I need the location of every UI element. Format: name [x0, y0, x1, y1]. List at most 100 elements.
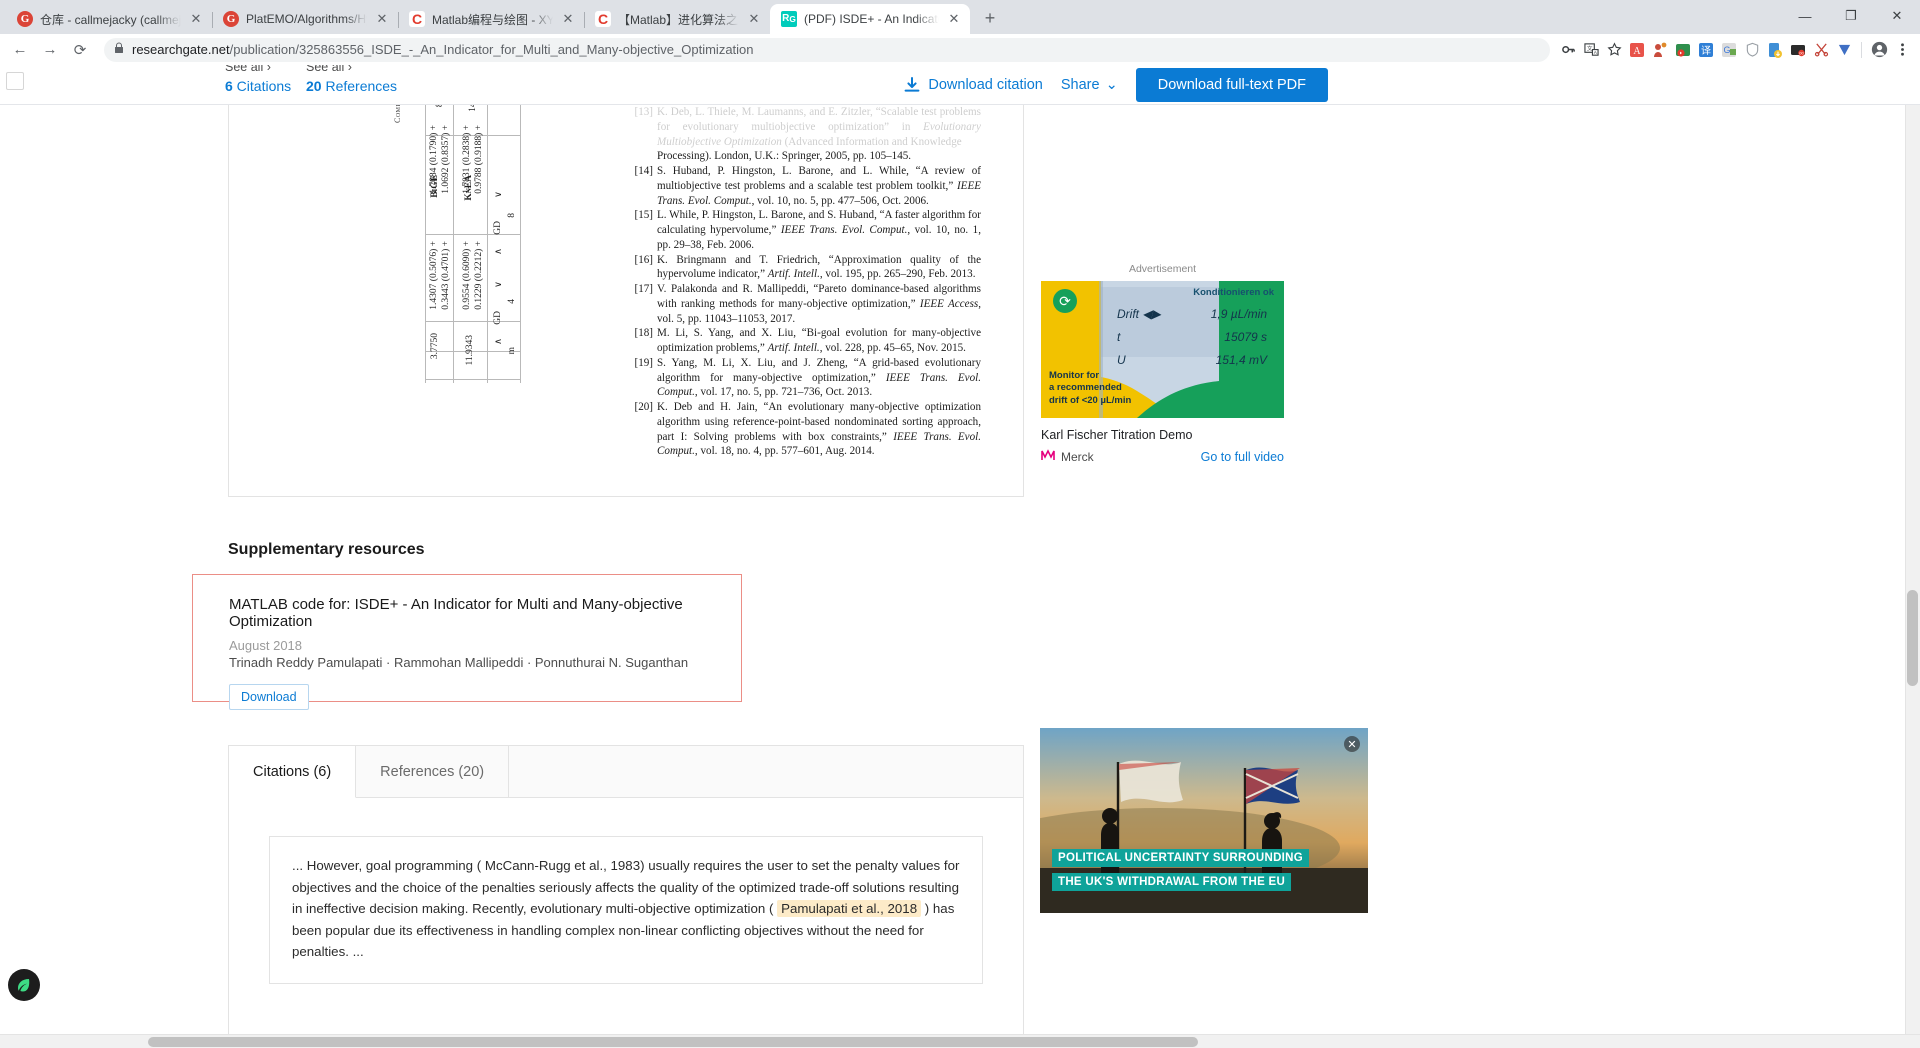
reference-entry: [19] S. Yang, M. Li, X. Liu, and J. Zhen…	[633, 356, 982, 400]
youdao-translate-icon[interactable]: 译	[1696, 40, 1716, 60]
window-close-button[interactable]: ✕	[1874, 0, 1920, 32]
video-caption-line-1: POLITICAL UNCERTAINTY SURROUNDING	[1052, 849, 1310, 867]
google-translate-icon[interactable]: G	[1719, 40, 1739, 60]
reload-icon[interactable]: ⟳	[66, 36, 94, 64]
bookmark-star-icon[interactable]	[1604, 40, 1624, 60]
advertiser-name: Merck	[1061, 449, 1094, 464]
window-minimize-button[interactable]: —	[1782, 0, 1828, 32]
browser-toolbar: ← → ⟳ researchgate.net/publication/32586…	[0, 34, 1920, 65]
share-label: Share	[1060, 77, 1100, 93]
key-icon[interactable]	[1558, 40, 1578, 60]
advertisement-label: Advertisement	[1128, 263, 1197, 275]
tab-close-button[interactable]: ✕	[374, 11, 390, 27]
translate-page-icon[interactable]: 文A	[1581, 40, 1601, 60]
see-all-references-group[interactable]: See all › 20 References	[306, 65, 397, 96]
address-bar-url: researchgate.net/publication/325863556_I…	[132, 42, 754, 57]
url-path: /publication/325863556_ISDE_-_An_Indicat…	[229, 42, 754, 57]
github-icon: G	[17, 11, 33, 27]
ad-status-text: Konditionieren ok	[1193, 287, 1274, 298]
ad-blocker-icon[interactable]	[1650, 40, 1670, 60]
reference-number: [15]	[634, 209, 653, 222]
citations-body: ... However, goal programming ( McCann-R…	[229, 798, 1023, 984]
see-all-citations-link[interactable]: See all ›	[225, 65, 291, 76]
advertisement-creative[interactable]: ⟳ Konditionieren ok Drift ◀▶ 1,9 µL/min …	[1041, 281, 1284, 418]
ad-row-label: Drift ◀▶	[1117, 307, 1161, 321]
reference-number: [18]	[634, 327, 653, 340]
shield-icon[interactable]	[1742, 40, 1762, 60]
profile-avatar-icon[interactable]	[1869, 40, 1889, 60]
sidebar-toggle-button[interactable]	[6, 72, 24, 90]
see-all-citations-group[interactable]: See all › 6 Citations	[225, 65, 291, 96]
scissors-icon[interactable]	[1811, 40, 1831, 60]
supplementary-resource-date: August 2018	[229, 638, 303, 653]
table-cell: 8.2187	[435, 105, 445, 107]
vertical-scrollbar[interactable]	[1905, 65, 1920, 1048]
table-rowlabel: ∧	[494, 338, 504, 345]
tab-strip: G 仓库 - callmejacky (callmejacky) ✕ G Pla…	[0, 0, 1920, 34]
tab-citations[interactable]: Citations (6)	[229, 746, 357, 798]
tab-references[interactable]: References (20)	[356, 746, 510, 797]
download-icon	[904, 76, 920, 94]
citations-references-panel: Citations (6) References (20) ... Howeve…	[228, 745, 1024, 1048]
table-cell: 3.7750	[430, 333, 440, 360]
references-count[interactable]: 20 References	[306, 76, 397, 96]
forward-icon[interactable]: →	[36, 36, 64, 64]
grammar-check-icon[interactable]	[1834, 40, 1854, 60]
browser-tab-3[interactable]: C Matlab编程与绘图 - XYZ ✕	[398, 4, 585, 34]
svg-text:G: G	[1723, 45, 1730, 55]
screen-recorder-icon[interactable]: 00	[1788, 40, 1808, 60]
floating-video-player[interactable]: ✕ POLITICAL UNCERTAINTY SURROUNDING THE …	[1040, 728, 1368, 913]
pdf-preview-page[interactable]: Comparisons of BiGE KnEA 1.4307 (0.5076)…	[228, 105, 1024, 497]
table-rowlabel: 4	[507, 299, 517, 304]
citation-quote-text: ... However, goal programming ( McCann-R…	[292, 855, 960, 963]
address-bar[interactable]: researchgate.net/publication/325863556_I…	[104, 37, 1550, 62]
advertisement-cta-link[interactable]: Go to full video	[1201, 450, 1284, 464]
table-cell: 0.9788 (0.9188) +	[474, 125, 484, 194]
see-all-references-link[interactable]: See all ›	[306, 65, 397, 76]
window-maximize-button[interactable]: ❐	[1828, 0, 1874, 32]
tab-close-button[interactable]: ✕	[946, 11, 962, 27]
tab-close-button[interactable]: ✕	[560, 11, 576, 27]
reference-number: [16]	[634, 253, 653, 266]
supplementary-resource-card[interactable]: MATLAB code for: ISDE+ - An Indicator fo…	[192, 574, 742, 710]
horizontal-scrollbar[interactable]	[0, 1034, 1920, 1048]
supplementary-resource-title[interactable]: MATLAB code for: ISDE+ - An Indicator fo…	[229, 596, 741, 630]
video-download-icon[interactable]	[1673, 40, 1693, 60]
reference-number: [13]	[634, 106, 653, 118]
reference-entry: Processing). London, U.K.: Springer, 200…	[633, 149, 981, 164]
chrome-menu-icon[interactable]	[1892, 40, 1912, 60]
adobe-acrobat-icon[interactable]: A	[1627, 40, 1647, 60]
page-assistant-widget[interactable]	[8, 969, 40, 1001]
tab-close-button[interactable]: ✕	[746, 11, 762, 27]
download-citation-button[interactable]: Download citation	[904, 76, 1043, 94]
browser-chrome: G 仓库 - callmejacky (callmejacky) ✕ G Pla…	[0, 0, 1920, 65]
pdf-results-table: Comparisons of BiGE KnEA 1.4307 (0.5076)…	[393, 105, 521, 403]
rotate-icon[interactable]: ⟳	[1053, 289, 1077, 313]
table-rowlabel: ∨	[494, 191, 504, 198]
browser-tab-2[interactable]: G PlatEMO/Algorithms/HypE/Hy ✕	[212, 4, 399, 34]
reference-number: [20]	[634, 401, 653, 413]
reference-number: [19]	[634, 356, 653, 369]
reference-number	[633, 149, 653, 164]
citations-count[interactable]: 6 Citations	[225, 76, 291, 96]
browser-tab-5-active[interactable]: RG (PDF) ISDE+ - An Indicator for ✕	[770, 4, 970, 34]
chevron-down-icon: ⌄	[1105, 77, 1118, 93]
window-controls: — ❐ ✕	[1782, 0, 1920, 32]
browser-tab-4[interactable]: C 【Matlab】进化算法之ISDE+ - ) ✕	[584, 4, 770, 34]
browser-tab-1[interactable]: G 仓库 - callmejacky (callmejacky) ✕	[6, 4, 213, 34]
citation-item[interactable]: ... However, goal programming ( McCann-R…	[269, 836, 983, 984]
supplementary-download-button[interactable]: Download	[229, 684, 309, 710]
advertisement-title[interactable]: Karl Fischer Titration Demo	[1041, 428, 1284, 442]
new-tab-button[interactable]: +	[976, 4, 1004, 32]
video-close-icon[interactable]: ✕	[1344, 736, 1360, 752]
back-icon[interactable]: ←	[6, 36, 34, 64]
extensions-area: 文A A 译 G 00	[1558, 40, 1912, 60]
download-manager-icon[interactable]	[1765, 40, 1785, 60]
ad-row-label: t	[1117, 330, 1121, 344]
share-button[interactable]: Share ⌄	[1061, 77, 1118, 93]
vertical-scrollbar-thumb[interactable]	[1907, 590, 1918, 686]
ad-row-value: 15079 s	[1224, 330, 1267, 344]
horizontal-scrollbar-thumb[interactable]	[148, 1037, 1198, 1047]
download-full-text-pdf-button[interactable]: Download full-text PDF	[1135, 68, 1328, 102]
tab-close-button[interactable]: ✕	[188, 11, 204, 27]
